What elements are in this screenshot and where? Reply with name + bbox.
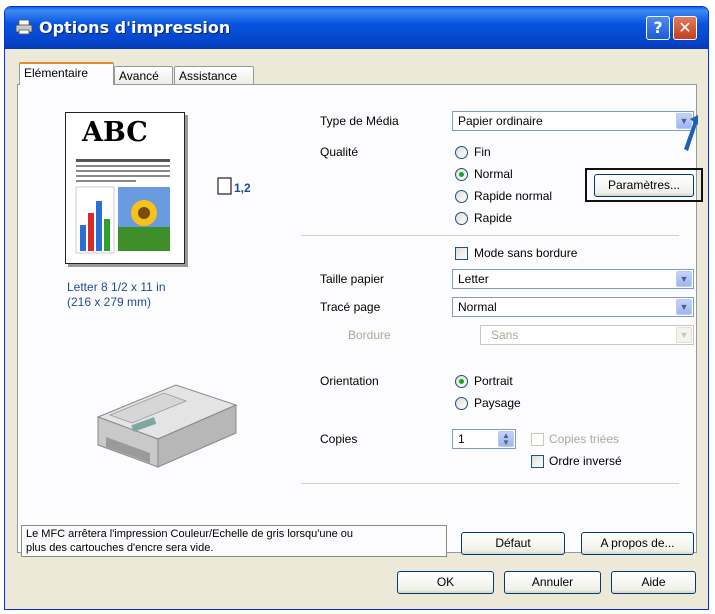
default-button[interactable]: Défaut bbox=[461, 532, 565, 555]
quality-radio-fin[interactable] bbox=[455, 146, 468, 159]
paper-size-line2: (216 x 279 mm) bbox=[67, 295, 152, 309]
quality-rapide-label[interactable]: Rapide bbox=[474, 211, 512, 225]
info-message-box: Le MFC arrêtera l'impression Couleur/Ech… bbox=[21, 525, 447, 557]
chevron-down-icon[interactable]: ▼ bbox=[676, 327, 692, 343]
title-bar[interactable]: Options d'impression ? ✕ bbox=[5, 7, 708, 49]
page-layout-label: Tracé page bbox=[320, 300, 381, 314]
parametres-button[interactable]: Paramètres... bbox=[594, 174, 694, 197]
copies-page-icon bbox=[217, 177, 232, 195]
close-button[interactable]: ✕ bbox=[673, 16, 697, 40]
quality-fin-label[interactable]: Fin bbox=[474, 145, 491, 159]
media-type-label: Type de Média bbox=[320, 114, 399, 128]
chevron-down-icon[interactable]: ▼ bbox=[676, 299, 692, 315]
orientation-radio-portrait[interactable] bbox=[455, 375, 468, 388]
quality-radio-rapide-normal[interactable] bbox=[455, 190, 468, 203]
paper-size-label: Taille papier bbox=[320, 272, 385, 286]
borderless-label[interactable]: Mode sans bordure bbox=[474, 246, 577, 260]
title-help-button[interactable]: ? bbox=[646, 16, 670, 40]
copies-label: Copies bbox=[320, 432, 358, 446]
tab-assistance[interactable]: Assistance bbox=[174, 66, 254, 85]
borderless-checkbox[interactable] bbox=[455, 247, 468, 260]
tab-panel-elementaire: ABC 1,2 Letter 8 1/2 x 11 in (216 x 279 … bbox=[17, 84, 703, 557]
cancel-button[interactable]: Annuler bbox=[504, 571, 601, 594]
chevron-down-icon[interactable]: ▼ bbox=[676, 271, 692, 287]
mfc-printer-image bbox=[96, 384, 238, 468]
window-title: Options d'impression bbox=[39, 18, 231, 37]
reverse-order-checkbox[interactable] bbox=[531, 455, 544, 468]
copies-indicator: 1,2 bbox=[234, 181, 251, 195]
quality-normal-label[interactable]: Normal bbox=[474, 167, 513, 181]
page-layout-select[interactable]: Normal ▼ bbox=[452, 297, 694, 317]
media-type-value: Papier ordinaire bbox=[458, 114, 543, 128]
quality-rapide-normal-label[interactable]: Rapide normal bbox=[474, 189, 552, 203]
tab-avance[interactable]: Avancé bbox=[114, 66, 173, 85]
media-type-select[interactable]: Papier ordinaire ▼ bbox=[452, 111, 694, 131]
quality-label: Qualité bbox=[320, 145, 359, 159]
border-value: Sans bbox=[491, 328, 519, 342]
print-options-window: Options d'impression ? ✕ Elémentaire Ava… bbox=[4, 6, 709, 610]
collate-label[interactable]: Copies triées bbox=[549, 432, 619, 446]
info-message-line1: Le MFC arrêtera l'impression Couleur/Ech… bbox=[26, 528, 354, 540]
tab-elementaire[interactable]: Elémentaire bbox=[19, 62, 114, 85]
orientation-portrait-label[interactable]: Portrait bbox=[474, 374, 513, 388]
reverse-order-label[interactable]: Ordre inversé bbox=[549, 454, 622, 468]
paper-size-line1: Letter 8 1/2 x 11 in bbox=[67, 280, 166, 294]
spinner-icon[interactable]: ▲ ▼ bbox=[498, 431, 514, 447]
copies-value: 1 bbox=[458, 432, 465, 446]
paper-size-select[interactable]: Letter ▼ bbox=[452, 269, 694, 289]
quality-radio-rapide[interactable] bbox=[455, 212, 468, 225]
border-select[interactable]: Sans ▼ bbox=[480, 325, 694, 345]
collate-checkbox[interactable] bbox=[531, 433, 544, 446]
orientation-radio-paysage[interactable] bbox=[455, 397, 468, 410]
copies-input[interactable]: 1 ▲ ▼ bbox=[452, 429, 516, 449]
divider bbox=[301, 483, 679, 485]
preview-doc-title: ABC bbox=[82, 117, 148, 148]
page-preview: ABC bbox=[65, 112, 185, 264]
quality-radio-normal[interactable] bbox=[455, 168, 468, 181]
about-button[interactable]: A propos de... bbox=[581, 532, 694, 555]
paper-size-value: Letter bbox=[458, 272, 489, 286]
orientation-label: Orientation bbox=[320, 374, 379, 388]
orientation-paysage-label[interactable]: Paysage bbox=[474, 396, 521, 410]
border-label: Bordure bbox=[348, 328, 391, 342]
callout-arrow-icon bbox=[684, 115, 698, 151]
help-button[interactable]: Aide bbox=[611, 571, 696, 594]
ok-button[interactable]: OK bbox=[397, 571, 494, 594]
preview-content-lines bbox=[75, 159, 170, 254]
divider bbox=[301, 235, 679, 237]
info-message-line2: plus des cartouches d'encre sera vide. bbox=[26, 542, 214, 554]
printer-icon bbox=[15, 19, 33, 35]
page-layout-value: Normal bbox=[458, 300, 497, 314]
